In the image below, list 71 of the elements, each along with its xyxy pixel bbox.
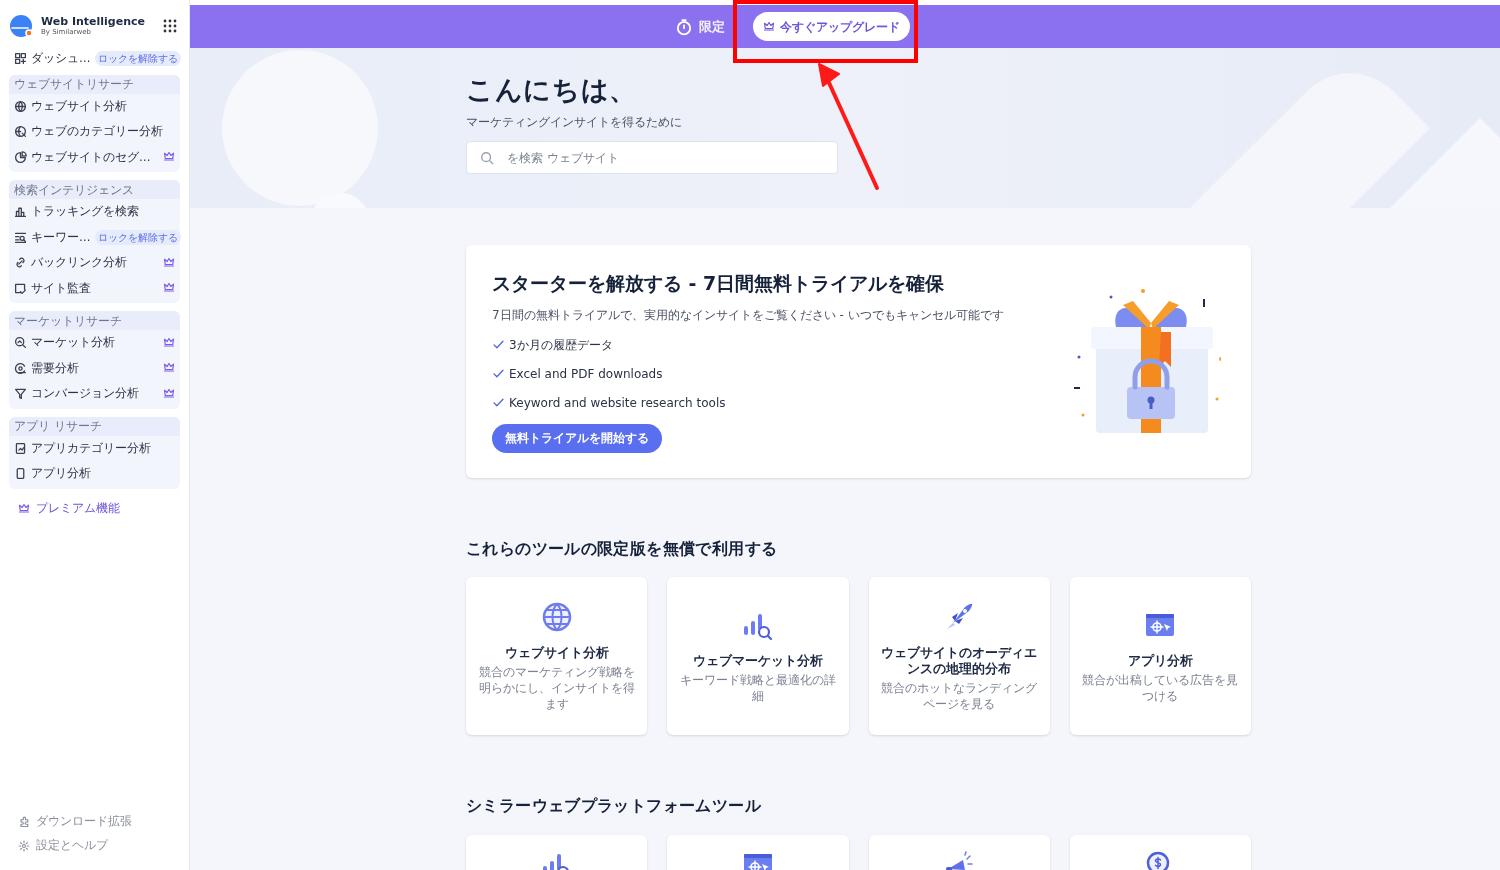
- search-list-icon: [14, 230, 27, 244]
- sidebar-item[interactable]: ダッシュ… ロックを解除する: [9, 46, 180, 72]
- sidebar-item[interactable]: 需要分析: [9, 355, 180, 381]
- sidebar-item[interactable]: コンバージョン分析: [9, 381, 180, 407]
- phone-icon: [14, 467, 27, 481]
- sidebar-item[interactable]: ウェブのカテゴリー分析: [9, 119, 180, 145]
- feature-text: Keyword and website research tools: [509, 394, 726, 412]
- tool-card[interactable]: ウェブマーケット分析 キーワード戦略と最適化の詳細: [667, 577, 849, 736]
- megaphone-icon: [943, 848, 976, 870]
- group-heading: 検索インテリジェンス: [9, 180, 180, 199]
- grid-icon: [14, 52, 27, 66]
- globe-icon: [540, 600, 573, 633]
- sidebar-item[interactable]: ウェブサイト分析: [9, 93, 180, 119]
- feature-text: Excel and PDF downloads: [509, 365, 663, 383]
- card-title: ウェブサイト分析: [504, 644, 609, 661]
- group-heading: アプリ リサーチ: [9, 416, 180, 436]
- apps-grid-icon: [163, 19, 177, 33]
- unlock-badge: ロックを解除する: [94, 229, 181, 245]
- trial-title: スターターを解放する - 7日間無料トライアルを確保: [492, 271, 946, 296]
- puzzle-icon: [18, 816, 30, 828]
- search-chart-icon: [14, 336, 27, 350]
- section-heading: これらのツールの限定版を無償で利用する: [466, 539, 779, 560]
- card-description: 競合が出稿している広告を見つける: [1081, 671, 1239, 704]
- target-search-icon: [14, 361, 27, 375]
- search-field[interactable]: を検索 ウェブサイト: [466, 141, 838, 174]
- check-icon: [492, 338, 505, 351]
- funnel-icon: [14, 387, 27, 401]
- sidebar-item[interactable]: バックリンク分析: [9, 250, 180, 276]
- card-title: ウェブマーケット分析: [692, 652, 823, 669]
- sidebar-item[interactable]: マーケット分析: [9, 330, 180, 356]
- app-chart-icon: [14, 441, 27, 455]
- sidebar-item[interactable]: アプリ分析: [9, 461, 180, 487]
- unlock-badge: ロックを解除する: [94, 51, 181, 67]
- group-heading: マーケットリサーチ: [9, 311, 180, 330]
- card-description: 競合のホットなランディングページを見る: [880, 679, 1038, 712]
- sidebar-item[interactable]: サイト監査: [9, 275, 180, 301]
- hero-subtitle: マーケティングインサイトを得るために: [466, 114, 683, 131]
- card-title: ウェブサイトのオーディエンスの地理的分布: [880, 644, 1038, 677]
- tool-card[interactable]: ウェブサイト分析 競合のマーケティング戦略を明らかにし、インサイトを得ます: [466, 577, 648, 736]
- search-icon: [480, 151, 494, 165]
- greeting-heading: こんにちは、: [466, 76, 639, 103]
- pie-chart-icon: [14, 150, 27, 164]
- group-heading: ウェブサイトリサーチ: [9, 74, 180, 94]
- crown-icon: [18, 503, 30, 515]
- tool-card[interactable]: アプリ分析 競合が出稿している広告を見つける: [1069, 577, 1251, 736]
- timer-icon: [675, 17, 693, 36]
- globe-icon: [14, 125, 27, 139]
- card-description: 競合のマーケティング戦略を明らかにし、インサイトを得ます: [478, 663, 636, 712]
- check-icon: [492, 367, 505, 380]
- edition-label: 限定: [699, 17, 725, 36]
- premium-features-link[interactable]: プレミアム機能: [9, 496, 180, 522]
- feature-text: 3か月の履歴データ: [509, 336, 613, 354]
- card-description: キーワード戦略と最適化の詳細: [679, 671, 837, 704]
- check-icon: [492, 396, 505, 409]
- globe-icon: [14, 99, 27, 113]
- trial-description: 7日間の無料トライアルで、実用的なインサイトをご覧ください - いつでもキャンセル可能です: [492, 306, 1005, 324]
- link-icon: [14, 256, 27, 270]
- crown-icon: [763, 20, 775, 33]
- sidebar-item[interactable]: ウェブサイトのセグ…: [9, 144, 180, 170]
- tool-card[interactable]: ウェブサイトのオーディエンスの地理的分布 競合のホットなランディングページを見る: [868, 577, 1050, 736]
- start-trial-button[interactable]: 無料トライアルを開始する: [492, 423, 662, 453]
- bar-chart-icon: [14, 205, 27, 219]
- sidebar-item[interactable]: アプリカテゴリー分析: [9, 435, 180, 461]
- gear-icon: [18, 840, 30, 852]
- section-heading: シミラーウェブプラットフォームツール: [466, 796, 762, 818]
- card-title: アプリ分析: [1127, 652, 1193, 669]
- upgrade-button[interactable]: 今すぐアップグレード: [753, 12, 910, 41]
- brand-name: Web Intelligence: [41, 16, 146, 27]
- logo-icon: [9, 14, 33, 38]
- sidebar-item[interactable]: トラッキングを検索: [9, 199, 180, 225]
- sidebar-item[interactable]: キーワー… ロックを解除する: [9, 224, 180, 250]
